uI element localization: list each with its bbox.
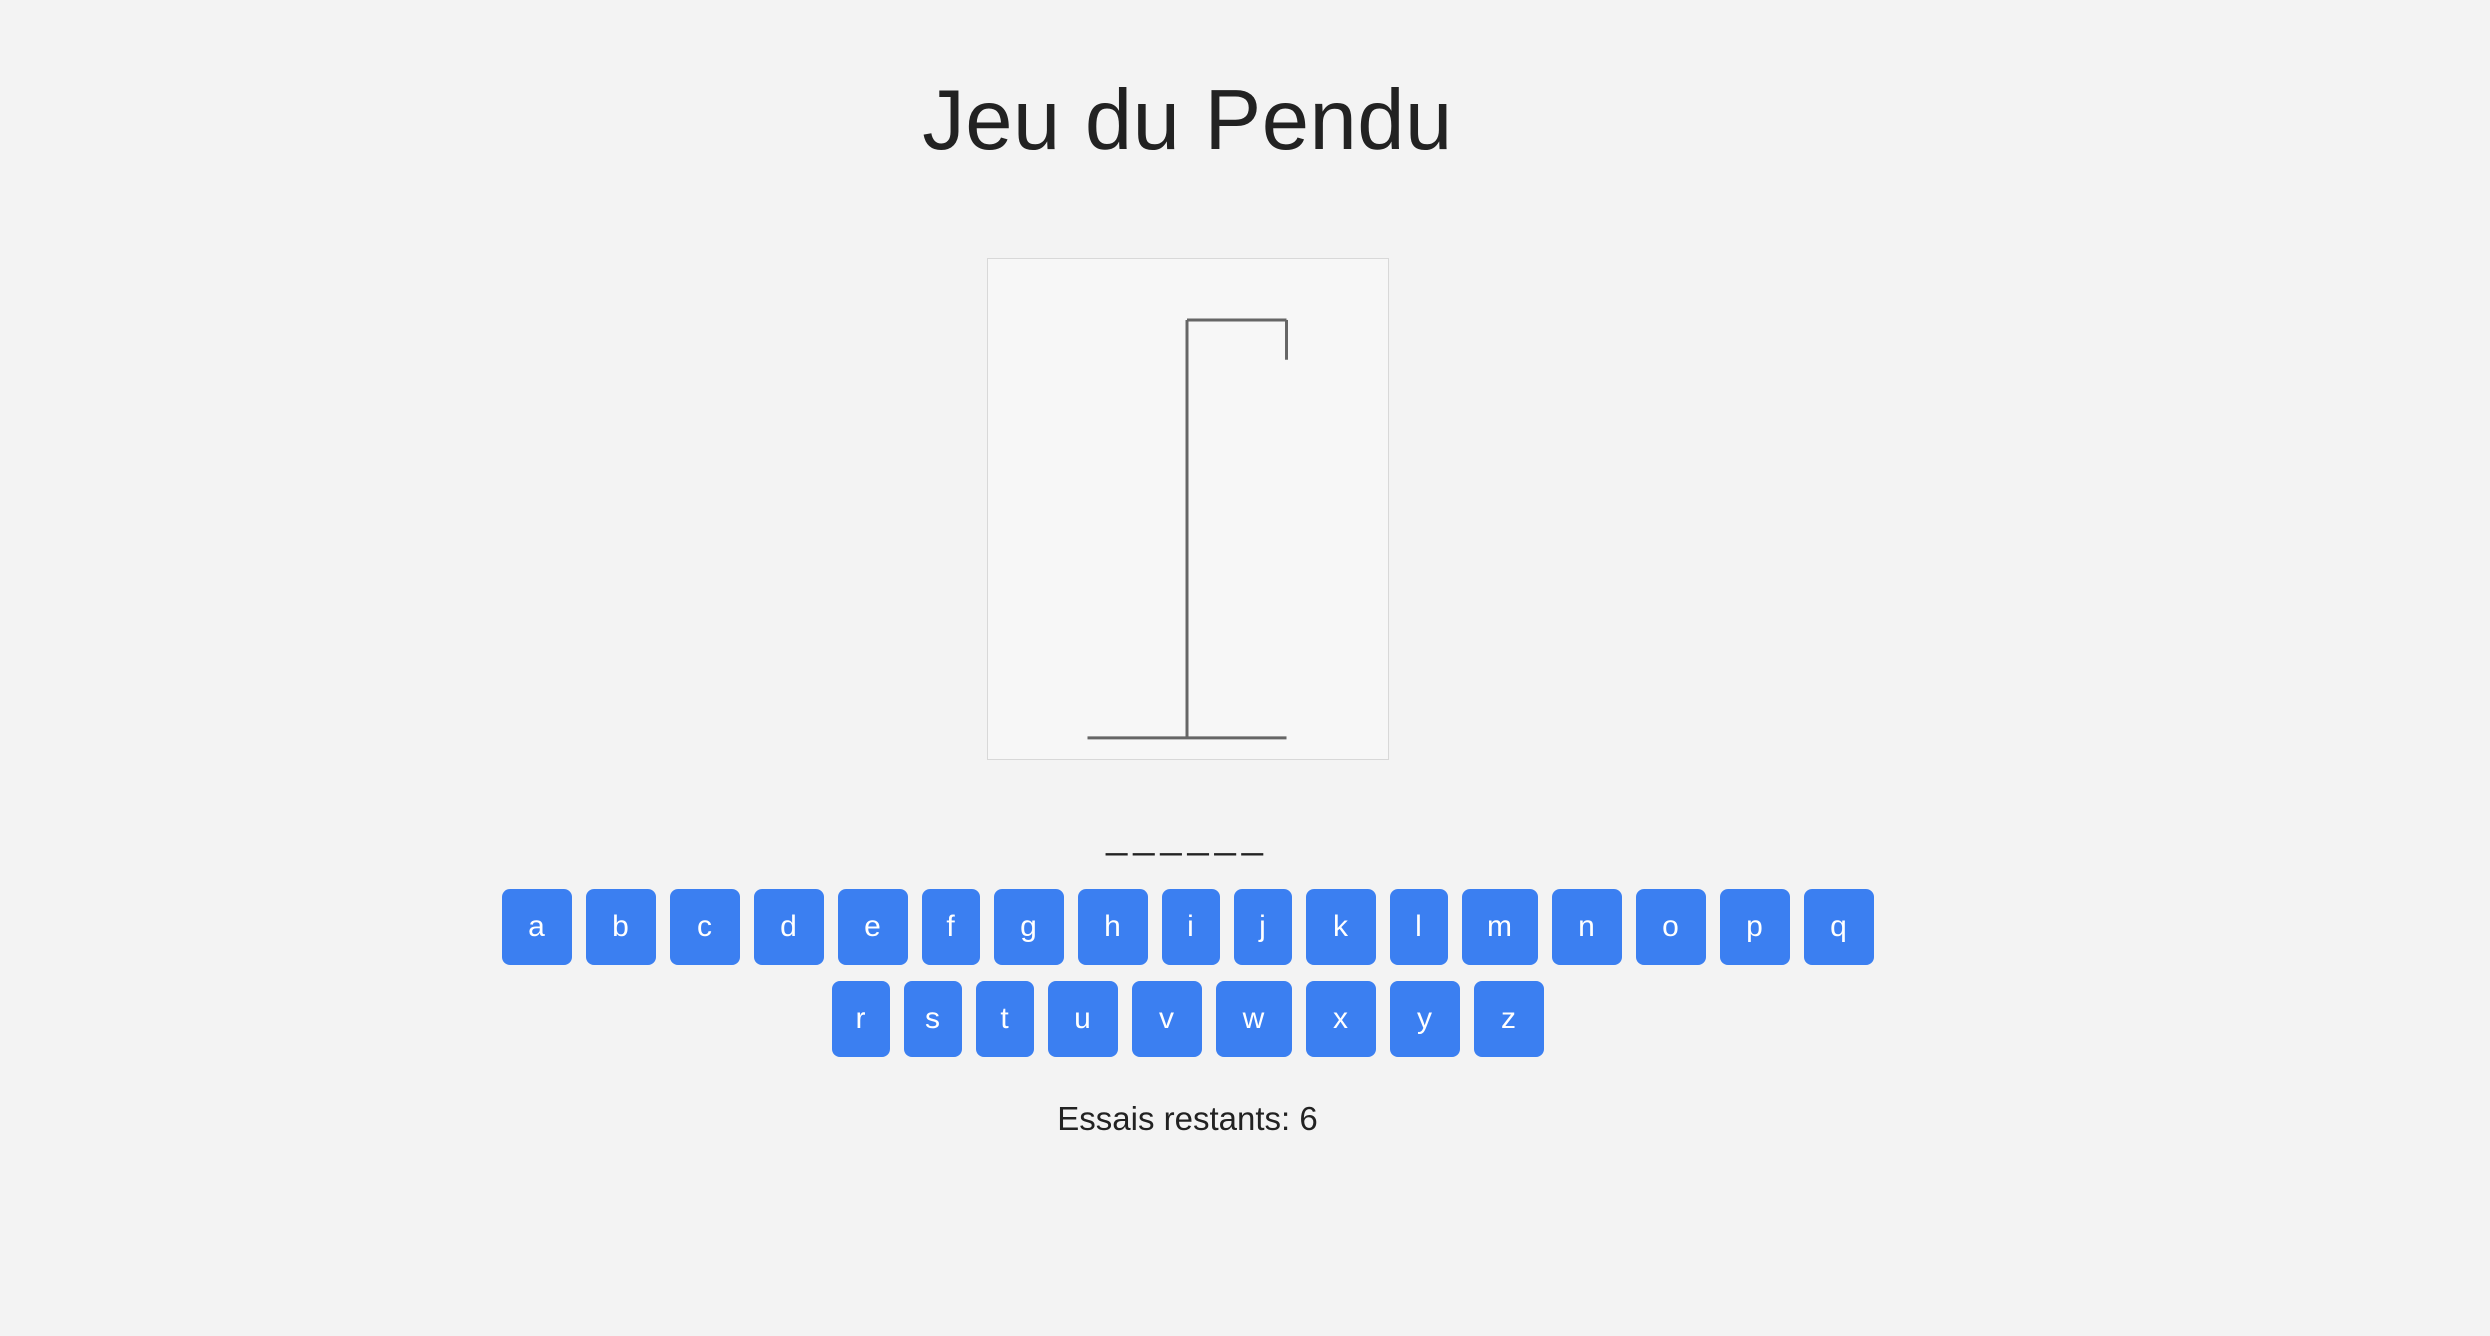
- letter-key-w[interactable]: w: [1215, 981, 1292, 1057]
- letter-key-f[interactable]: f: [921, 889, 980, 965]
- letter-key-k[interactable]: k: [1305, 889, 1376, 965]
- letter-key-y[interactable]: y: [1389, 981, 1460, 1057]
- letter-key-q[interactable]: q: [1803, 889, 1874, 965]
- letter-key-c[interactable]: c: [669, 889, 740, 965]
- hangman-page: Jeu du Pendu ______ abcdefghijklmnopq rs…: [0, 0, 1874, 1336]
- gallows-drawing: [1087, 318, 1288, 740]
- letter-key-u[interactable]: u: [1047, 981, 1118, 1057]
- letter-key-h[interactable]: h: [1077, 889, 1148, 965]
- hidden-word: ______: [1106, 815, 1269, 857]
- page-title: Jeu du Pendu: [922, 73, 1453, 168]
- keyboard-row-1: abcdefghijklmnopq: [0, 889, 2375, 965]
- letter-key-m[interactable]: m: [1461, 889, 1538, 965]
- letter-key-g[interactable]: g: [993, 889, 1064, 965]
- letter-key-d[interactable]: d: [753, 889, 824, 965]
- letter-key-p[interactable]: p: [1719, 889, 1790, 965]
- letter-key-n[interactable]: n: [1551, 889, 1622, 965]
- letter-key-s[interactable]: s: [903, 981, 962, 1057]
- letter-key-v[interactable]: v: [1131, 981, 1202, 1057]
- letter-key-b[interactable]: b: [585, 889, 656, 965]
- keyboard-row-2: rstuvwxyz: [0, 981, 2375, 1057]
- hangman-canvas: [987, 258, 1389, 760]
- letter-key-x[interactable]: x: [1305, 981, 1376, 1057]
- letter-key-e[interactable]: e: [837, 889, 908, 965]
- remaining-tries: Essais restants: 6: [1057, 1100, 1318, 1137]
- letter-key-i[interactable]: i: [1161, 889, 1220, 965]
- letter-key-j[interactable]: j: [1233, 889, 1292, 965]
- letter-key-r[interactable]: r: [831, 981, 890, 1057]
- letter-key-z[interactable]: z: [1473, 981, 1544, 1057]
- letter-key-a[interactable]: a: [501, 889, 572, 965]
- letter-key-o[interactable]: o: [1635, 889, 1706, 965]
- letter-key-t[interactable]: t: [975, 981, 1034, 1057]
- letter-key-l[interactable]: l: [1389, 889, 1448, 965]
